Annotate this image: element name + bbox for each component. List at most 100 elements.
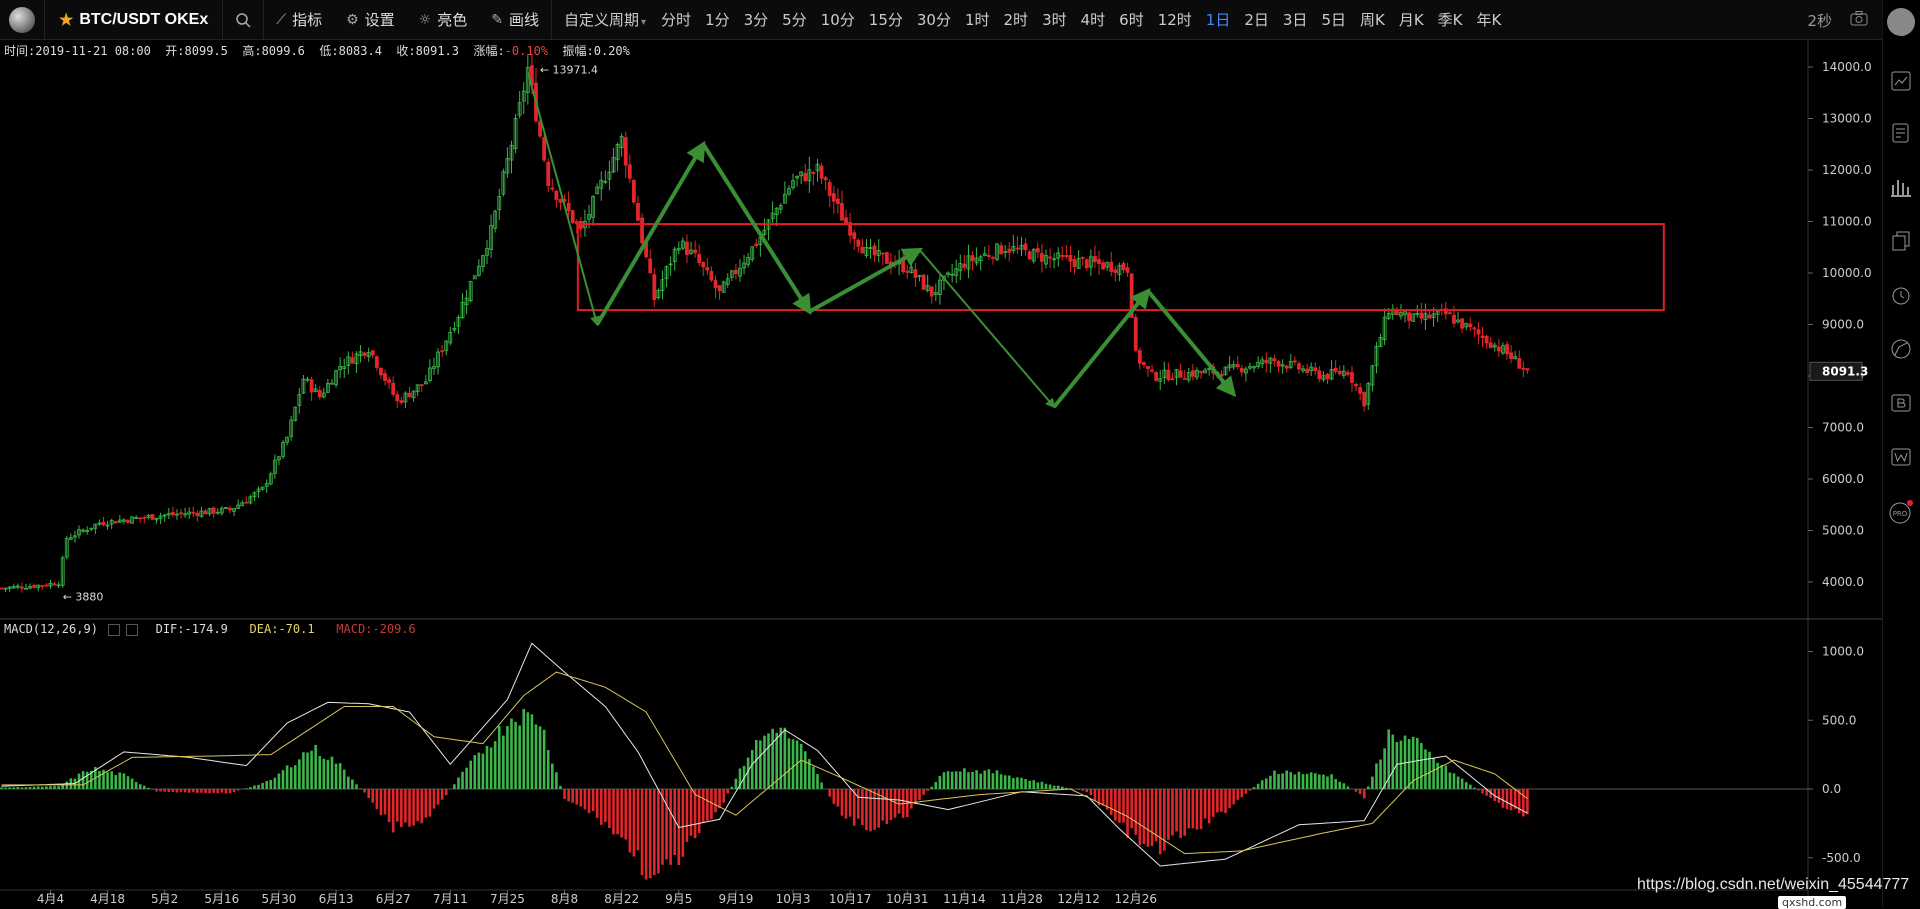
depth-chart-icon[interactable] — [1889, 176, 1913, 200]
candle-body — [1060, 255, 1065, 257]
price-label: 11000.0 — [1822, 215, 1872, 229]
candle-body — [383, 373, 387, 381]
candle-body — [330, 382, 334, 385]
candle-body — [1080, 256, 1085, 259]
candle-body — [113, 521, 118, 524]
order-book-icon[interactable] — [1889, 122, 1913, 146]
price-label: 13000.0 — [1822, 112, 1872, 126]
candle-body — [632, 180, 636, 203]
candle-body — [1317, 370, 1322, 380]
candle-body — [701, 262, 706, 268]
b-letter-icon[interactable] — [1889, 392, 1913, 416]
candle-body — [379, 367, 383, 376]
trend-arrow — [918, 249, 1056, 409]
candle-body — [962, 263, 967, 268]
clock-icon[interactable] — [1889, 284, 1913, 308]
candle-body — [1264, 359, 1269, 364]
price-chart[interactable]: 14000.0 13000.0 12000.0 11000.0 10000.0 9000.… — [0, 0, 1883, 907]
candle-body — [309, 379, 314, 393]
candle-body — [999, 245, 1003, 255]
watermark-badge: qxshd.com — [1778, 896, 1847, 909]
macd-axis-label: 0.0 — [1822, 782, 1841, 796]
candle-body — [1448, 312, 1452, 315]
compass-icon[interactable] — [1889, 338, 1913, 362]
candle-body — [546, 161, 551, 187]
avatar[interactable] — [1887, 8, 1915, 36]
candle-body — [387, 379, 392, 383]
candle-body — [1190, 370, 1195, 377]
candle-body — [542, 137, 547, 161]
candle-body — [1027, 251, 1032, 260]
pro-icon[interactable]: PRO — [1889, 500, 1913, 524]
candle-body — [1170, 378, 1175, 381]
date-label: 5月16 — [204, 892, 239, 906]
date-label: 10月3 — [776, 892, 811, 906]
date-label: 11月28 — [1000, 892, 1043, 906]
svg-text:PRO: PRO — [1893, 510, 1908, 518]
candle-body — [627, 164, 632, 179]
candle-body — [1496, 346, 1501, 352]
candle-body — [1460, 318, 1465, 329]
candle-body — [1284, 365, 1289, 369]
chart-line-icon[interactable] — [1889, 70, 1913, 94]
candle-body — [697, 254, 702, 264]
candle-body — [1480, 335, 1485, 339]
candle-body — [1358, 387, 1363, 394]
candle-body — [150, 514, 155, 520]
candle-body — [228, 507, 232, 511]
candle-body — [1133, 317, 1138, 351]
candle-body — [1419, 312, 1424, 319]
candle-body — [203, 510, 208, 515]
candle-body — [578, 220, 583, 230]
price-label: 6000.0 — [1822, 472, 1864, 486]
date-label: 12月12 — [1057, 892, 1100, 906]
date-label: 8月22 — [604, 892, 639, 906]
candle-body — [350, 357, 355, 364]
candle-body — [1239, 368, 1244, 373]
candle-body — [921, 274, 926, 290]
candle-body — [913, 269, 918, 278]
price-label: 7000.0 — [1822, 421, 1864, 435]
candle-body — [1272, 358, 1277, 362]
trend-arrow — [526, 71, 600, 327]
candle-body — [856, 239, 861, 247]
candle-body — [685, 241, 689, 256]
current-price-label: 8091.3 — [1822, 364, 1868, 378]
drawings-layer[interactable] — [526, 71, 1665, 409]
candle-body — [709, 270, 714, 281]
watermark: https://blog.csdn.net/weixin_45544777 — [1637, 876, 1910, 893]
candle-body — [101, 521, 106, 526]
candle-body — [44, 584, 49, 587]
candle-body — [1093, 256, 1097, 263]
price-label: 9000.0 — [1822, 318, 1864, 332]
candle-body — [1166, 369, 1171, 381]
candle-body — [1509, 352, 1513, 360]
candle-body — [32, 585, 37, 588]
candle-body — [244, 501, 249, 504]
candle-body — [1142, 362, 1146, 365]
candles-layer — [0, 54, 1530, 593]
candle-body — [1199, 370, 1203, 374]
copy-icon[interactable] — [1889, 230, 1913, 254]
candle-body — [1064, 255, 1069, 257]
date-label: 5月2 — [151, 892, 178, 906]
w-letter-icon[interactable] — [1889, 446, 1913, 470]
candle-body — [623, 137, 628, 166]
candle-body — [1137, 350, 1142, 364]
date-label: 10月17 — [829, 892, 872, 906]
price-label: 12000.0 — [1822, 163, 1872, 177]
candle-body — [1292, 360, 1297, 363]
candle-body — [991, 256, 995, 259]
candle-body — [717, 285, 722, 292]
candle-body — [929, 286, 934, 297]
candle-body — [1325, 373, 1330, 380]
candle-body — [1305, 368, 1309, 373]
date-label: 6月13 — [319, 892, 354, 906]
candle-body — [636, 202, 640, 221]
candle-body — [1109, 261, 1114, 272]
candle-body — [558, 199, 563, 203]
candle-body — [811, 172, 816, 174]
candle-body — [1313, 367, 1318, 372]
candle-body — [860, 246, 865, 254]
candle-body — [1125, 267, 1130, 273]
